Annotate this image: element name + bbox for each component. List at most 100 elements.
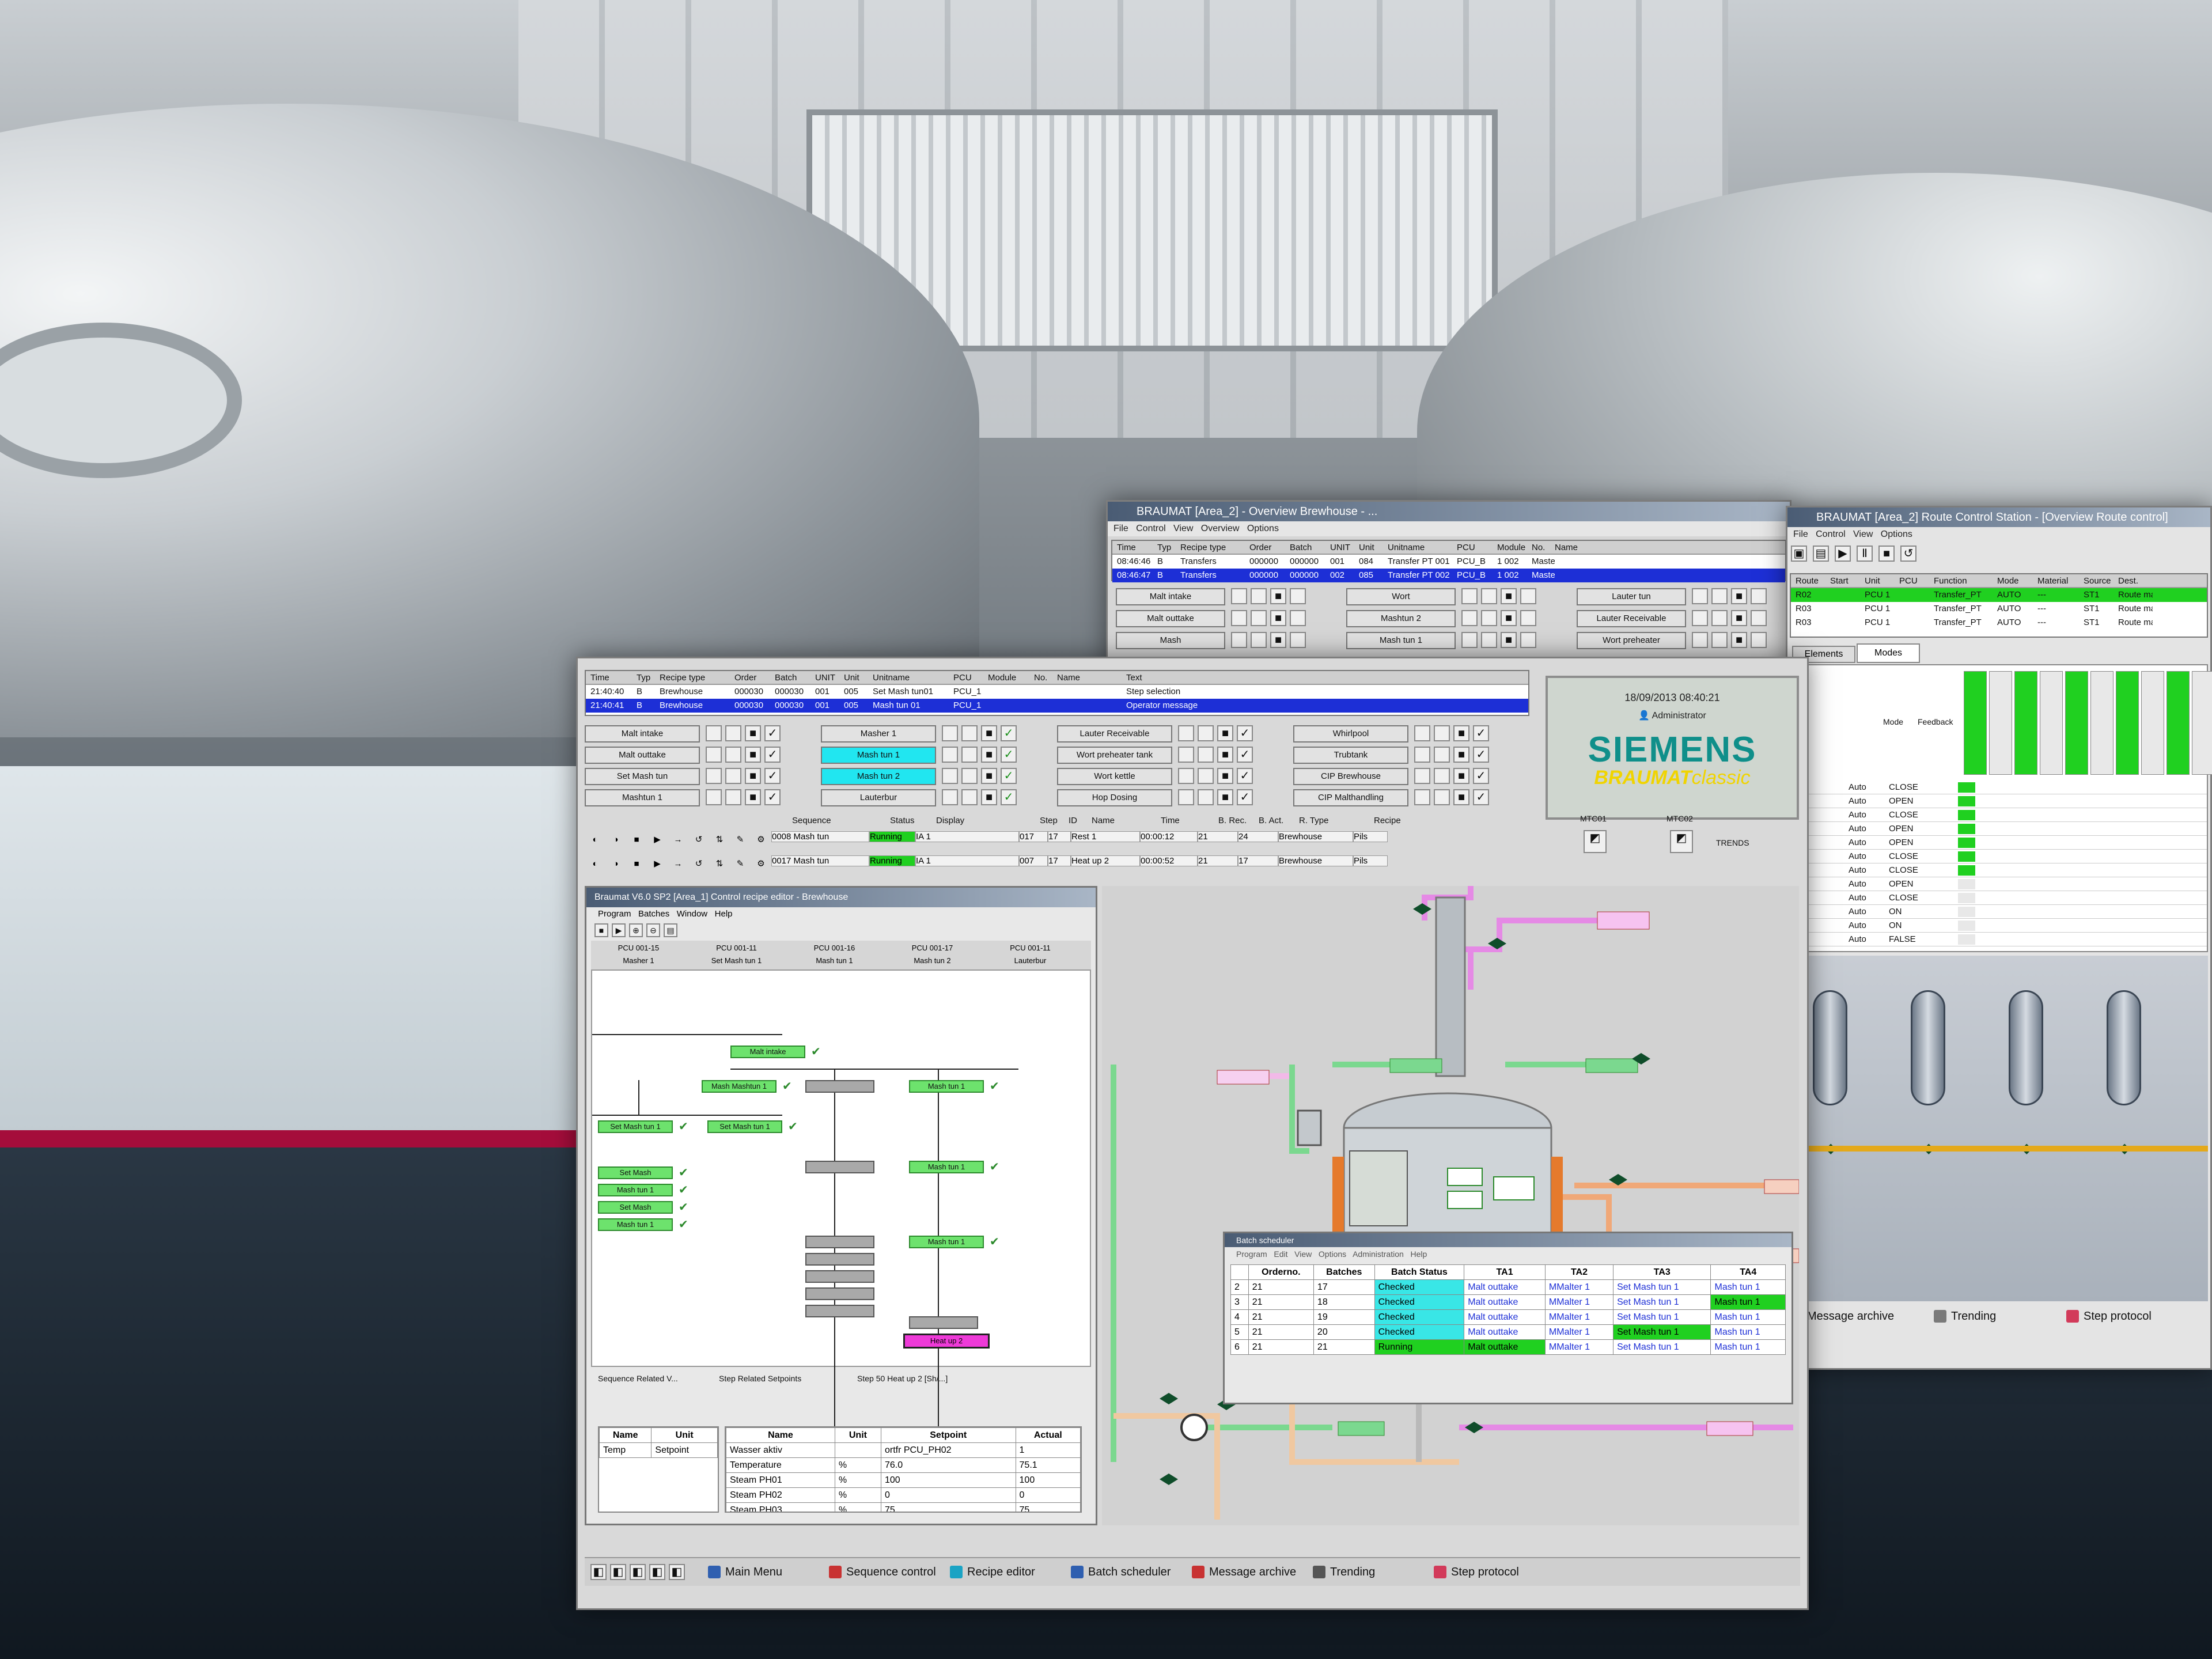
unit-checkbox[interactable] (1251, 588, 1267, 604)
recipe-tab-step[interactable]: Step Related Setpoints (719, 1374, 801, 1383)
sequence-tool-icon[interactable]: ⚙ (751, 834, 771, 844)
menu-overview[interactable]: Overview (1201, 524, 1240, 533)
batch-row[interactable]: 2 21 17 Checked Malt outtake MMalter 1 Set Mas… (1230, 1279, 1786, 1295)
print-icon[interactable]: ▤ (664, 923, 677, 937)
unit-button[interactable]: Wort preheater (1577, 632, 1686, 649)
pump-icon[interactable] (1180, 1414, 1208, 1441)
unit-checkbox[interactable] (1251, 610, 1267, 626)
valve-row[interactable]: Auto CLOSE (1791, 808, 2207, 822)
unit-checkbox[interactable] (725, 768, 741, 784)
recipe-step-node[interactable]: Mash Mashtun 1 (702, 1080, 777, 1093)
unit-checkbox[interactable] (1711, 588, 1728, 604)
zoom-in-icon[interactable]: ⊕ (629, 923, 643, 937)
batch-menu-administration[interactable]: Administration (1353, 1249, 1404, 1259)
recipe-step-node-inactive[interactable] (805, 1305, 874, 1317)
unit-checkbox[interactable] (961, 725, 978, 741)
unit-button[interactable]: Malt outtake (585, 747, 700, 764)
unit-checkbox[interactable]: ■ (1501, 588, 1517, 604)
table-row[interactable]: Wasser aktiv ortfr PCU_PH02 1 (726, 1442, 1081, 1458)
zoom-out-icon[interactable]: ⊖ (646, 923, 660, 937)
batch-row[interactable]: 4 21 19 Checked Malt outtake MMalter 1 Set Mas… (1230, 1309, 1786, 1325)
recipe-editor-titlebar[interactable]: Braumat V6.0 SP2 [Area_1] Control recipe… (586, 888, 1096, 907)
unit-checkbox[interactable]: ✓ (764, 747, 781, 763)
recipe-step-node-inactive[interactable] (805, 1270, 874, 1283)
unit-checkbox[interactable]: ■ (1270, 610, 1286, 626)
recipe-step-node[interactable]: Set Mash tun 1 (707, 1120, 782, 1133)
unit-checkbox[interactable] (1751, 588, 1767, 604)
sequence-tool-icon[interactable]: ↺ (688, 858, 709, 869)
tag-box[interactable] (1217, 1070, 1270, 1085)
menu-view[interactable]: View (1173, 524, 1193, 533)
route-row[interactable]: R02 PCU 1 Transfer_PT AUTO --- ST1 Route maste… (1791, 588, 2207, 602)
sequence-tool-icon[interactable]: ▶ (647, 834, 668, 844)
pause-icon[interactable]: Ⅱ (1857, 546, 1873, 562)
unit-checkbox[interactable] (1231, 588, 1247, 604)
play-icon[interactable]: ▶ (1835, 546, 1851, 562)
valve-row[interactable]: Auto OPEN (1791, 794, 2207, 808)
unit-checkbox[interactable] (706, 725, 722, 741)
stop-icon[interactable]: ■ (1878, 546, 1895, 562)
unit-checkbox[interactable] (1231, 610, 1247, 626)
recipe-column-header[interactable]: PCU 001-15 Masher 1 (591, 942, 686, 967)
unit-button[interactable]: Mash tun 1 (821, 747, 936, 764)
unit-checkbox[interactable]: ■ (745, 768, 761, 784)
unit-button[interactable]: Whirlpool (1293, 725, 1408, 743)
valve-row[interactable]: Auto OPEN (1791, 822, 2207, 836)
unit-button[interactable]: Masher 1 (821, 725, 936, 743)
unit-button[interactable]: Lauterbur (821, 789, 936, 806)
tab-message-archive[interactable]: Message archive (1190, 1560, 1296, 1584)
sequence-tool-icon[interactable]: ▶ (647, 858, 668, 869)
unit-checkbox[interactable] (1290, 632, 1306, 648)
fermenter-tank[interactable] (1911, 990, 1945, 1105)
sequence-tool-icon[interactable]: ✎ (730, 834, 751, 844)
unit-checkbox[interactable] (1711, 610, 1728, 626)
unit-checkbox[interactable]: ✓ (1473, 768, 1489, 784)
unit-checkbox[interactable] (1414, 789, 1430, 805)
valve-row[interactable]: Auto ON (1791, 919, 2207, 933)
quick-tool-icon[interactable]: ◧ (630, 1564, 646, 1580)
unit-checkbox[interactable] (942, 768, 958, 784)
unit-checkbox[interactable]: ■ (745, 789, 761, 805)
unit-checkbox[interactable] (1751, 610, 1767, 626)
valve-row[interactable]: Auto OPEN (1791, 836, 2207, 850)
unit-checkbox[interactable] (1520, 588, 1536, 604)
recipe-menu-batches[interactable]: Batches (638, 909, 669, 919)
unit-checkbox[interactable] (1692, 588, 1708, 604)
overview-log-row[interactable]: 08:46:46 B Transfers 000000 000000 001 084 Tran… (1112, 555, 1785, 569)
tab-recipe-editor[interactable]: Recipe editor (948, 1560, 1035, 1584)
recipe-tab-step-50[interactable]: Step 50 Heat up 2 [Sh/...] (857, 1374, 948, 1383)
valve-row[interactable]: Auto CLOSE (1791, 781, 2207, 794)
unit-button[interactable]: Mash tun 2 (821, 768, 936, 785)
recipe-step-node[interactable]: Set Mash (598, 1201, 673, 1214)
sequence-tool-icon[interactable]: ■ (626, 835, 647, 844)
recipe-tab-sequence[interactable]: Sequence Related V... (598, 1374, 678, 1383)
unit-checkbox[interactable] (1692, 610, 1708, 626)
valve-row[interactable]: Auto ON (1791, 905, 2207, 919)
unit-checkbox[interactable] (1414, 768, 1430, 784)
sequence-row[interactable]: ◐ ◑ ■ ▶ → ↺ ⇅ ✎ ⚙ 0008 Mash tun Running IA 1 017 17 Re… (585, 831, 1535, 852)
unit-checkbox[interactable]: ✓ (1237, 747, 1253, 763)
sequence-tool-icon[interactable]: → (668, 835, 688, 844)
recipe-step-node[interactable]: Set Mash (598, 1166, 673, 1179)
recipe-step-node[interactable]: Mash tun 1 (909, 1236, 984, 1248)
sequence-tool-icon[interactable]: ◑ (605, 835, 626, 844)
unit-checkbox[interactable] (1711, 632, 1728, 648)
unit-button[interactable]: Mashtun 2 (1346, 610, 1456, 627)
recipe-step-node-inactive[interactable] (805, 1080, 874, 1093)
fermenter-tank[interactable] (2107, 990, 2141, 1105)
route-row[interactable]: R03 PCU 1 Transfer_PT AUTO --- ST1 Route maste… (1791, 602, 2207, 616)
quick-tool-icon[interactable]: ◧ (610, 1564, 626, 1580)
unit-button[interactable]: Mash (1116, 632, 1225, 649)
tag-box[interactable] (1338, 1421, 1385, 1436)
valve-row[interactable]: Auto FALSE (1791, 933, 2207, 946)
route-menu-control[interactable]: Control (1816, 529, 1846, 539)
unit-checkbox[interactable] (1198, 789, 1214, 805)
table-row[interactable]: Steam PH01% 100 100 (726, 1472, 1081, 1488)
reset-icon[interactable]: ↺ (1900, 546, 1916, 562)
unit-button[interactable]: Trubtank (1293, 747, 1408, 764)
unit-checkbox[interactable] (1434, 747, 1450, 763)
unit-checkbox[interactable]: ■ (1731, 588, 1747, 604)
unit-checkbox[interactable] (706, 747, 722, 763)
unit-checkbox[interactable]: ■ (1453, 789, 1469, 805)
recipe-column-header[interactable]: PCU 001-17 Mash tun 2 (885, 942, 980, 967)
